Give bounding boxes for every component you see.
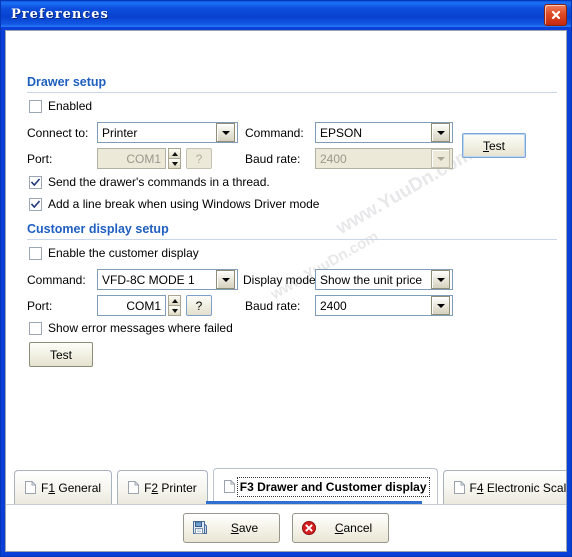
tab-f1-general[interactable]: F1 General	[14, 470, 113, 504]
drawer-command-select[interactable]: EPSON	[315, 122, 453, 143]
tab-f2-printer[interactable]: F2 Printer	[117, 470, 208, 504]
chevron-down-icon	[431, 123, 450, 142]
drawer-enabled-checkbox[interactable]: Enabled	[29, 99, 92, 113]
drawer-test-button[interactable]: Test	[462, 133, 526, 158]
customer-display-mode-select[interactable]: Show the unit price	[315, 269, 453, 290]
chevron-down-icon	[431, 149, 450, 168]
customer-display-command-select[interactable]: VFD-8C MODE 1	[97, 269, 238, 290]
check-icon	[31, 177, 40, 186]
page-icon	[223, 480, 235, 493]
checkbox-box	[29, 99, 42, 113]
stepper-up-icon	[168, 148, 181, 158]
customer-display-baud-label: Baud rate:	[245, 299, 301, 313]
window-title: Preferences	[11, 6, 109, 22]
chevron-down-icon	[216, 123, 235, 142]
window-client-area: www.YuuDn.com www.YuuDn.com YuuDn.com 保定…	[5, 30, 567, 552]
drawer-command-label: Command:	[245, 126, 304, 140]
drawer-enabled-label: Enabled	[48, 99, 93, 113]
cancel-label-tail: l	[369, 521, 373, 535]
cancel-label: Cancel	[334, 521, 373, 535]
cancel-circle-icon	[302, 521, 316, 535]
close-button[interactable]	[544, 4, 567, 26]
window-title-bar: Preferences	[1, 1, 571, 27]
customer-display-mode-value: Show the unit price	[320, 272, 423, 287]
page-icon	[128, 481, 140, 494]
chevron-down-icon	[431, 296, 450, 315]
customer-display-show-errors-checkbox[interactable]: Show error messages where failed	[29, 321, 233, 335]
drawer-command-value: EPSON	[320, 125, 363, 140]
save-disk-icon	[193, 521, 207, 534]
checkbox-box	[29, 246, 42, 260]
customer-display-test-button[interactable]: Test	[29, 342, 93, 367]
drawer-connect-to-value: Printer	[102, 125, 138, 140]
dialog-footer: Save Cancel	[6, 504, 566, 551]
drawer-connect-to-select[interactable]: Printer	[97, 122, 238, 143]
drawer-and-customer-display-page: www.YuuDn.com www.YuuDn.com YuuDn.com 保定…	[6, 31, 566, 551]
checkbox-box	[29, 197, 42, 211]
drawer-setup-divider	[27, 92, 557, 93]
tab-label: F2 Printer	[144, 480, 197, 495]
customer-display-baud-select[interactable]: 2400	[315, 295, 453, 316]
stepper-up-icon	[168, 295, 181, 305]
customer-display-command-label: Command:	[27, 273, 86, 287]
drawer-baud-select[interactable]: 2400	[315, 148, 453, 169]
drawer-thread-label: Send the drawer's commands in a thread.	[48, 175, 270, 189]
customer-display-enable-label: Enable the customer display	[48, 246, 199, 260]
drawer-thread-checkbox[interactable]: Send the drawer's commands in a thread.	[29, 175, 270, 189]
customer-display-port-help-button[interactable]: ?	[186, 295, 212, 316]
customer-display-setup-divider	[27, 239, 557, 240]
drawer-port-help-button[interactable]: ?	[186, 148, 212, 169]
customer-display-port-input[interactable]: COM1	[97, 295, 166, 316]
tab-f4-electronic-scale[interactable]: F4 Electronic Scale	[442, 470, 567, 504]
chevron-down-icon	[431, 270, 450, 289]
stepper-down-icon	[168, 158, 181, 169]
tab-bar: F1 General F2 Printer F3 Drawer and Cust…	[6, 460, 566, 504]
checkbox-box	[29, 175, 42, 189]
drawer-linebreak-checkbox[interactable]: Add a line break when using Windows Driv…	[29, 197, 319, 211]
customer-display-port-label: Port:	[27, 299, 53, 313]
tab-f3-drawer-and-customer-display[interactable]: F3 Drawer and Customer display	[212, 468, 438, 504]
customer-display-baud-value: 2400	[320, 298, 347, 313]
page-icon	[453, 481, 465, 494]
drawer-setup-heading: Drawer setup	[27, 75, 107, 89]
drawer-connect-to-label: Connect to:	[27, 126, 89, 140]
check-icon	[31, 199, 40, 208]
drawer-linebreak-label: Add a line break when using Windows Driv…	[48, 197, 320, 211]
checkbox-box	[29, 321, 42, 335]
stepper-down-icon	[168, 305, 181, 316]
save-label: Save	[230, 521, 259, 535]
drawer-test-label: Test	[482, 138, 505, 153]
tab-label: F3 Drawer and Customer display	[236, 476, 430, 497]
tab-label: F1 General	[41, 480, 102, 495]
drawer-port-label: Port:	[27, 152, 53, 166]
close-icon	[551, 10, 560, 20]
chevron-down-icon	[216, 270, 235, 289]
cancel-button[interactable]: Cancel	[292, 513, 389, 543]
page-icon	[25, 481, 36, 494]
customer-display-show-errors-label: Show error messages where failed	[48, 321, 233, 335]
tab-label: F4 Electronic Scale	[469, 480, 567, 495]
customer-display-mode-label: Display mode:	[243, 273, 320, 287]
customer-display-enable-checkbox[interactable]: Enable the customer display	[29, 246, 199, 260]
customer-display-command-value: VFD-8C MODE 1	[102, 272, 195, 287]
preferences-window: Preferences www.YuuDn.com www.YuuDn.com …	[0, 0, 572, 557]
drawer-baud-value: 2400	[320, 151, 347, 166]
save-button[interactable]: Save	[183, 513, 280, 543]
customer-display-port-stepper[interactable]	[168, 295, 181, 316]
customer-display-setup-heading: Customer display setup	[27, 222, 169, 236]
drawer-port-input[interactable]: COM1	[97, 148, 166, 169]
drawer-port-stepper[interactable]	[168, 148, 181, 169]
drawer-baud-label: Baud rate:	[245, 152, 301, 166]
